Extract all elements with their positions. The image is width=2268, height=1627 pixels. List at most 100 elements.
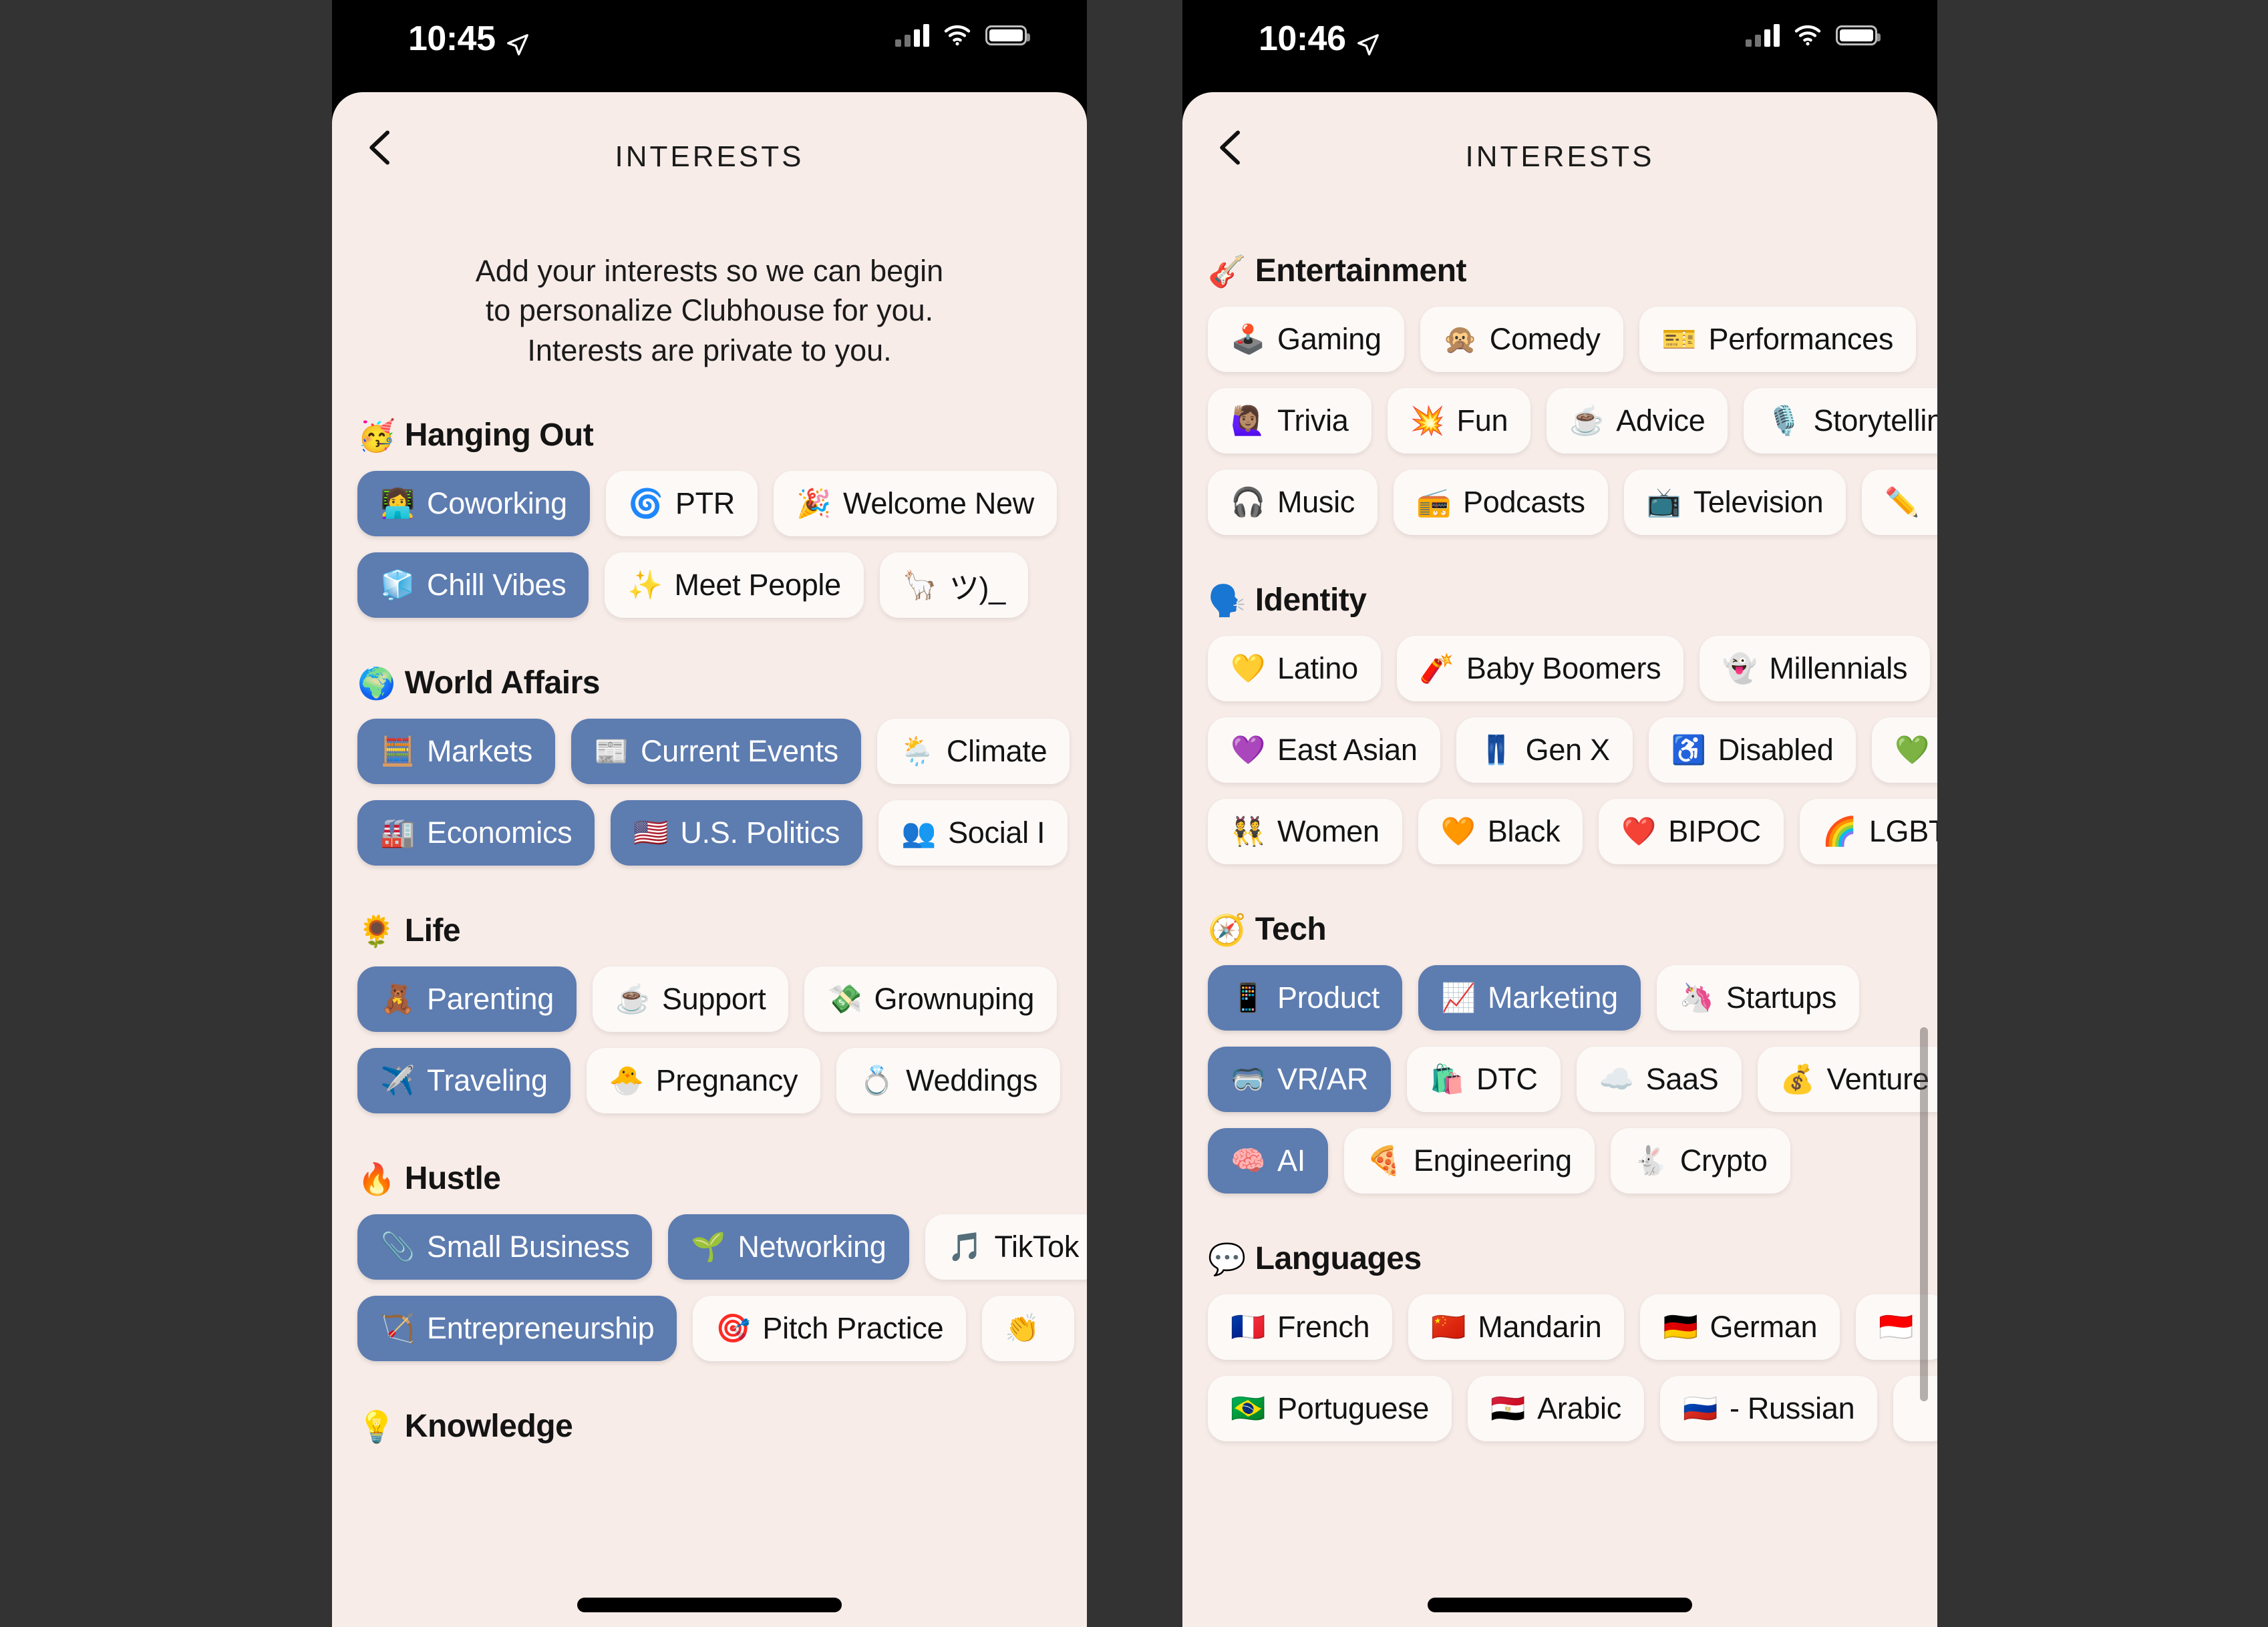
interest-emoji-icon: 🧡 (1440, 816, 1476, 847)
interest-pill-label: Welcome New (843, 486, 1034, 521)
interest-pill[interactable]: 🇧🇷 Portuguese (1208, 1376, 1452, 1441)
interest-pill[interactable]: 🇩🇪 German (1640, 1294, 1840, 1360)
interest-pill[interactable]: ☕ Advice (1547, 388, 1728, 454)
interest-pill-label: Economics (427, 816, 573, 850)
interest-pill[interactable]: 🎯 Pitch Practice (693, 1296, 967, 1362)
interest-pill[interactable]: 🧸 Parenting (357, 966, 577, 1033)
interest-pill[interactable]: 🌀 PTR (605, 471, 758, 537)
interest-pill[interactable]: 🐣 Pregnancy (586, 1048, 821, 1114)
interest-pill-label: Television (1693, 485, 1824, 519)
interest-pill[interactable] (1893, 1376, 1937, 1441)
interest-pill[interactable]: 🍕 Engineering (1343, 1128, 1595, 1194)
interest-pill-label: Venture (1826, 1062, 1929, 1096)
interest-pill-label: LGBTQ+ (1869, 814, 1937, 848)
interest-pill[interactable]: 🐇 Crypto (1610, 1128, 1790, 1194)
interest-pill[interactable]: 📺 Television (1623, 470, 1846, 535)
interest-pill[interactable]: 👏 (982, 1296, 1075, 1362)
wifi-icon (1793, 24, 1822, 47)
interest-pill[interactable]: 🎵 TikTok (925, 1214, 1087, 1280)
interest-emoji-icon: 📺 (1646, 486, 1681, 518)
interest-pill-label: Baby Boomers (1466, 651, 1661, 685)
interest-emoji-icon: 🏭 (380, 817, 415, 849)
interest-pill-label: Millennials (1769, 651, 1908, 685)
interest-pill[interactable]: 👯 Women (1208, 799, 1402, 864)
interest-pill[interactable]: 💛 Latino (1208, 636, 1381, 701)
section-emoji-icon: 🌍 (357, 665, 395, 701)
interest-pill[interactable]: 🦄 Startups (1656, 965, 1860, 1031)
interest-emoji-icon: 🥽 (1231, 1063, 1265, 1095)
interest-pill[interactable]: 🙊 Comedy (1420, 307, 1623, 372)
interest-pill[interactable]: 🙋🏽‍♀️ Trivia (1208, 388, 1371, 454)
interest-pill[interactable]: 👩‍💻 Coworking (357, 471, 590, 537)
interest-pill[interactable]: 🧊 Chill Vibes (357, 552, 589, 618)
interest-pill-label: ツ)_ (949, 570, 1005, 605)
section-header: 💬 Languages (1182, 1240, 1937, 1277)
vertical-scrollbar[interactable] (1920, 1027, 1928, 1401)
interest-pill[interactable]: 📻 Podcasts (1394, 470, 1608, 535)
interest-pill[interactable]: 🎙️ Storytelling (1744, 388, 1937, 454)
interest-pill[interactable]: 💰 Venture (1757, 1047, 1937, 1112)
interest-pill[interactable]: 🕹️ Gaming (1208, 307, 1404, 372)
interest-pill[interactable]: 📈 Marketing (1418, 965, 1641, 1031)
phone-screen-left: 10:45 INTERESTS Add your interests so we… (332, 0, 1087, 1627)
interest-pill[interactable]: 🏹 Entrepreneurship (357, 1296, 677, 1362)
section-title: Tech (1255, 912, 1327, 947)
interest-pill[interactable]: 📰 Current Events (571, 719, 861, 785)
interest-pill[interactable]: 🇷🇺 - Russian (1659, 1376, 1878, 1441)
interest-row: 📱 Product 📈 Marketing 🦄 Startups (1182, 965, 1937, 1031)
interest-pill-label: East Asian (1277, 733, 1418, 767)
interest-emoji-icon: 💛 (1231, 653, 1265, 684)
interest-pill[interactable]: 🦙 ツ)_ (879, 552, 1028, 618)
interest-pill-label: Coworking (427, 486, 567, 521)
interest-pill[interactable]: ☁️ SaaS (1576, 1047, 1742, 1112)
interest-pill[interactable]: 🧡 Black (1418, 799, 1583, 864)
interest-pill[interactable]: 🌈 LGBTQ+ (1799, 799, 1937, 864)
interest-emoji-icon: 🧠 (1231, 1145, 1265, 1176)
interest-emoji-icon: 🌀 (628, 488, 663, 520)
interest-pill[interactable]: 👥 Social I (878, 800, 1068, 866)
interest-pill[interactable]: ❤️ BIPOC (1599, 799, 1784, 864)
interest-pill[interactable]: 💜 East Asian (1208, 717, 1440, 783)
interest-pill[interactable]: 🧨 Baby Boomers (1396, 636, 1684, 701)
interest-emoji-icon: 🇺🇸 (633, 817, 669, 849)
interest-pill[interactable]: 💚 (1872, 717, 1937, 783)
interest-emoji-icon: 🎫 (1661, 323, 1697, 355)
status-bar: 10:46 (1182, 0, 1937, 81)
interest-pill[interactable]: 📱 Product (1208, 965, 1402, 1031)
interest-pill[interactable]: 🇪🇬 Arabic (1468, 1376, 1644, 1441)
interest-pill[interactable]: 🎫 Performances (1639, 307, 1917, 372)
interest-pill[interactable]: ☕ Support (592, 966, 789, 1033)
interest-pill[interactable]: 🎉 Welcome New (774, 471, 1057, 537)
interest-pill[interactable]: 👻 Millennials (1699, 636, 1931, 701)
interest-pill[interactable]: 🌱 Networking (668, 1214, 909, 1280)
interest-pill[interactable]: 🧮 Markets (357, 719, 555, 785)
interest-pill[interactable]: 💸 Grownuping (804, 966, 1058, 1033)
interest-pill[interactable]: ✨ Meet People (605, 552, 864, 618)
interest-pill-label: Entrepreneurship (427, 1311, 655, 1346)
interest-emoji-icon: 🎵 (947, 1231, 983, 1263)
screenshot-stage: 10:45 INTERESTS Add your interests so we… (0, 0, 2268, 1627)
interest-pill[interactable]: ♿ Disabled (1648, 717, 1856, 783)
interest-pill[interactable]: 🏭 Economics (357, 800, 595, 866)
interest-emoji-icon: 🇨🇳 (1431, 1311, 1466, 1342)
interest-pill[interactable]: 💍 Weddings (836, 1048, 1061, 1114)
interest-pill[interactable]: 💥 Fun (1387, 388, 1531, 454)
interest-pill[interactable]: 🇨🇳 Mandarin (1408, 1294, 1625, 1360)
interest-emoji-icon: 👖 (1478, 734, 1514, 765)
interest-pill-label: Grownuping (874, 982, 1035, 1017)
interest-emoji-icon: 🧊 (380, 569, 415, 601)
interest-pill[interactable]: 🌦️ Climate (876, 719, 1070, 785)
interest-pill[interactable]: 🎧 Music (1208, 470, 1378, 535)
interest-pill[interactable]: 👖 Gen X (1456, 717, 1633, 783)
interests-sheet: INTERESTS Add your interests so we can b… (332, 92, 1087, 1627)
interest-pill[interactable]: 🥽 VR/AR (1208, 1047, 1392, 1112)
interest-pill[interactable]: 📎 Small Business (357, 1214, 653, 1280)
interest-pill[interactable]: ✏️ (1862, 470, 1937, 535)
interest-pill[interactable]: 🇫🇷 French (1208, 1294, 1393, 1360)
interest-pill[interactable]: 🧠 AI (1208, 1128, 1328, 1194)
interest-pill[interactable]: 🛍️ DTC (1407, 1047, 1561, 1112)
interest-pill-label: Chill Vibes (427, 568, 566, 602)
interest-pill[interactable]: 🇺🇸 U.S. Politics (611, 800, 863, 866)
interest-pill[interactable]: ✈️ Traveling (357, 1048, 571, 1114)
status-bar: 10:45 (332, 0, 1087, 81)
